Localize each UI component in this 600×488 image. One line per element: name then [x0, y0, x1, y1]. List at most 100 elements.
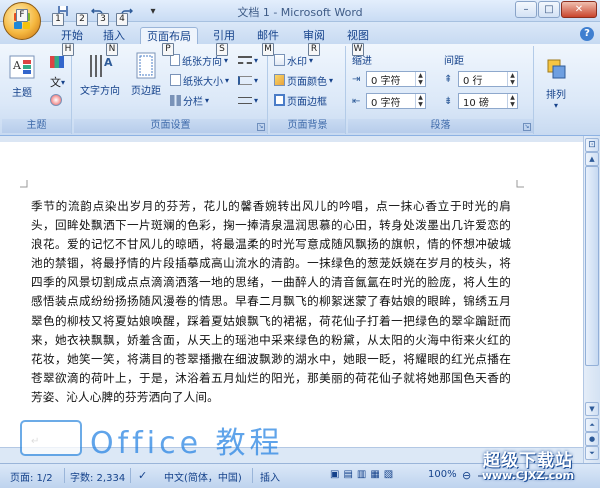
page-setup-group: A 文字方向 页边距 纸张方向 ▾ 纸张大小 ▾ 分栏 ▾ ▾ ▾ ▾ 页面设置… [74, 46, 268, 134]
scroll-down-icon[interactable]: ▼ [585, 402, 599, 416]
indent-left-spinner-icon[interactable]: ▲ ▼ [415, 72, 425, 86]
line-numbers-button[interactable]: ▾ [238, 72, 258, 88]
indent-left-row: ⇥ 0 字符 ▲ ▼ [352, 70, 426, 88]
document-page[interactable]: 季节的流韵点染出岁月的芬芳，花儿的馨香婉转出风儿的吟唱，点一抹心香立于时光的肩头… [0, 136, 583, 447]
status-language[interactable]: 中文(简体，中国) [164, 469, 242, 484]
keytip-qat-1: 1 [52, 13, 64, 26]
theme-fonts-dropdown-icon: ▾ [61, 77, 66, 87]
scrollbar-thumb[interactable] [585, 166, 599, 366]
document-body-text[interactable]: 季节的流韵点染出岁月的芬芳，花儿的馨香婉转出风儿的吟唱，点一抹心香立于时光的肩头… [31, 197, 511, 407]
paragraph-group-label: 段落 [348, 119, 533, 133]
svg-text:A: A [12, 59, 22, 72]
theme-group: A 主题 文 ▾ 主题 [2, 46, 72, 134]
columns-button[interactable]: 分栏 ▾ [170, 92, 209, 108]
spacing-after-spinner-icon[interactable]: ▲ ▼ [507, 94, 517, 108]
size-button[interactable]: 纸张大小 ▾ [170, 72, 229, 88]
page-top-gap [0, 136, 583, 142]
maximize-button[interactable]: □ [538, 1, 560, 18]
margins-button[interactable]: 页边距 [128, 52, 164, 97]
size-label: 纸张大小 [183, 76, 223, 88]
customize-qat-icon[interactable]: ▾ [144, 3, 162, 19]
tab-view[interactable]: 视图 [342, 27, 374, 44]
spacing-after-row: ⇟ 10 磅 ▲ ▼ [444, 92, 518, 110]
proofing-icon[interactable]: ✓ [138, 469, 147, 482]
office-watermark-logo-icon [20, 420, 82, 456]
theme-colors-button[interactable] [50, 54, 66, 70]
keytip-qat-3: 3 [97, 13, 109, 26]
margins-label: 页边距 [131, 86, 161, 97]
window-controls: – □ ✕ [515, 1, 597, 18]
arrange-button[interactable]: 排列 ▾ [538, 56, 574, 110]
vertical-scrollbar[interactable]: ⊡ ▲ ▼ ⏶ ● ⏷ [583, 136, 600, 463]
status-separator [64, 468, 65, 483]
title-bar: 文档 1 - Microsoft Word ▾ – □ ✕ [0, 0, 600, 22]
indent-right-row: ⇤ 0 字符 ▲ ▼ [352, 92, 426, 110]
site-watermark-url: www.CJXZ.com [481, 469, 575, 482]
themes-label: 主题 [12, 88, 32, 99]
paragraph-launcher-icon[interactable]: ↘ [523, 123, 531, 131]
keytip-tab-page-layout: P [162, 43, 174, 56]
indent-left-input[interactable]: 0 字符 ▲ ▼ [366, 71, 426, 87]
status-zoom-level[interactable]: 100% [428, 469, 457, 480]
previous-page-icon[interactable]: ⏶ [585, 418, 599, 432]
indent-left-icon: ⇥ [352, 73, 361, 85]
corner-mark-top-left-icon [20, 180, 28, 188]
corner-mark-top-right-icon [516, 180, 524, 188]
page-setup-launcher-icon[interactable]: ↘ [257, 123, 265, 131]
spacing-before-spinner-icon[interactable]: ▲ ▼ [507, 72, 517, 86]
browse-object-icon[interactable]: ● [585, 432, 599, 446]
status-word-count[interactable]: 字数: 2,334 [70, 469, 125, 484]
size-icon [170, 74, 181, 86]
tab-page-layout[interactable]: 页面布局 [140, 27, 198, 44]
tab-home[interactable]: 开始 [56, 27, 88, 44]
hyphenation-icon [238, 96, 252, 104]
hyphenation-button[interactable]: ▾ [238, 92, 258, 108]
arrange-label: 排列 [546, 90, 566, 101]
tab-references[interactable]: 引用 [208, 27, 240, 44]
site-watermark: 超级下载站 www.CJXZ.com [468, 446, 588, 486]
arrange-dropdown-icon: ▾ [553, 101, 558, 110]
spacing-before-row: ⇞ 0 行 ▲ ▼ [444, 70, 518, 88]
page-color-button[interactable]: 页面颜色 ▾ [274, 72, 333, 88]
view-buttons[interactable]: ▣▤▥▦▧ [330, 469, 397, 480]
line-numbers-icon [238, 75, 252, 85]
theme-fonts-button[interactable]: 文 ▾ [50, 74, 65, 90]
indent-right-input[interactable]: 0 字符 ▲ ▼ [366, 93, 426, 109]
spacing-before-input[interactable]: 0 行 ▲ ▼ [458, 71, 518, 87]
text-direction-icon: A [85, 52, 115, 80]
text-direction-button[interactable]: A 文字方向 [78, 52, 122, 97]
tab-insert[interactable]: 插入 [98, 27, 130, 44]
themes-button[interactable]: A 主题 [6, 54, 38, 99]
spacing-after-input[interactable]: 10 磅 ▲ ▼ [458, 93, 518, 109]
minimize-button[interactable]: – [515, 1, 537, 18]
tab-mailings[interactable]: 邮件 [252, 27, 284, 44]
site-watermark-name: 超级下载站 [483, 451, 573, 471]
status-separator [130, 468, 131, 483]
text-direction-label: 文字方向 [80, 86, 120, 97]
close-button[interactable]: ✕ [561, 1, 597, 18]
themes-icon: A [7, 54, 37, 82]
help-icon[interactable]: ? [580, 27, 594, 41]
status-page[interactable]: 页面: 1/2 [10, 469, 53, 484]
status-insert-mode[interactable]: 插入 [260, 469, 280, 484]
paragraph-group: 缩进 间距 ⇥ 0 字符 ▲ ▼ ⇤ 0 字符 ▲ ▼ ⇞ 0 行 ▲ ▼ ⇟ 10 磅 ▲ ▼… [348, 46, 534, 134]
ribbon-tabs: 开始 插入 页面布局 引用 邮件 审阅 视图 ? [0, 22, 600, 44]
theme-group-label: 主题 [2, 119, 71, 133]
spacing-after-icon: ⇟ [444, 95, 453, 107]
scroll-up-icon[interactable]: ▲ [585, 152, 599, 166]
page-color-icon [274, 74, 285, 86]
svg-text:A: A [104, 56, 113, 69]
keytip-tab-references: S [216, 43, 228, 56]
indent-right-spinner-icon[interactable]: ▲ ▼ [415, 94, 425, 108]
breaks-button[interactable]: ▾ [238, 52, 258, 68]
page-color-label: 页面颜色 [287, 76, 327, 88]
office-watermark-text: Office 教程 [90, 426, 284, 461]
page-borders-button[interactable]: 页面边框 [274, 92, 327, 108]
keytip-qat-4: 4 [116, 13, 128, 26]
theme-effects-button[interactable] [50, 92, 64, 108]
tab-review[interactable]: 审阅 [298, 27, 330, 44]
ruler-toggle-icon[interactable]: ⊡ [585, 138, 599, 152]
page-borders-label: 页面边框 [287, 96, 327, 108]
keytip-tab-view: W [352, 43, 364, 56]
keytip-office: F [16, 9, 28, 22]
